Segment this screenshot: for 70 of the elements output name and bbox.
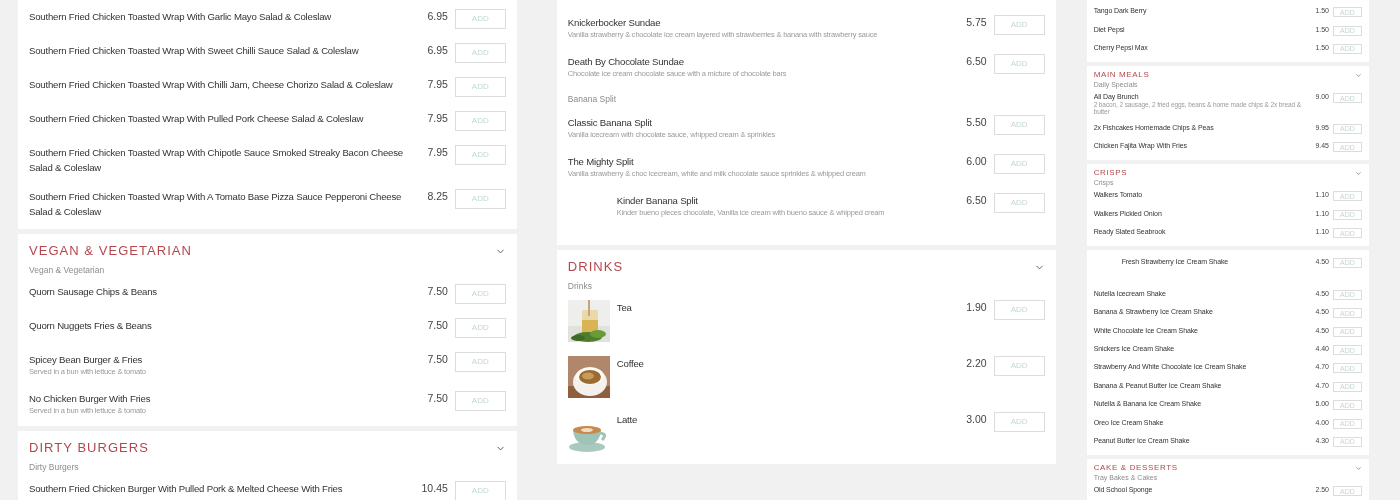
group-heading: Banana Split xyxy=(567,93,617,106)
item-price: 5.75 xyxy=(965,15,987,30)
add-button[interactable]: ADD xyxy=(993,15,1045,35)
section-title: CRISPS xyxy=(1093,168,1128,179)
section-subtitle: Dirty Burgers xyxy=(29,461,80,474)
item-name: Kinder Banana Split xyxy=(616,194,699,208)
add-button[interactable]: ADD xyxy=(454,77,506,97)
add-button[interactable]: ADD xyxy=(993,356,1045,376)
chevron-down-icon[interactable] xyxy=(1355,464,1362,472)
item-name: Southern Fried Chicken Toasted Wrap With Chilli Jam, Cheese Chorizo Salad & Coleslaw xyxy=(29,78,394,92)
item-name: Quorn Nuggets Fries & Beans xyxy=(29,319,153,333)
add-button[interactable]: ADD xyxy=(454,481,506,500)
add-button[interactable]: ADD xyxy=(454,43,506,63)
item-name: Knickerbocker Sundae xyxy=(567,16,662,30)
item-name: Southern Fried Chicken Toasted Wrap With A Tomato Base Pizza Sauce Pepperoni Cheese Salad & Coleslaw xyxy=(29,190,403,219)
item-price: 10.45 xyxy=(420,481,448,496)
item-price: 7.50 xyxy=(426,284,448,299)
item-name: Quorn Sausage Chips & Beans xyxy=(29,285,158,299)
item-name: Tea xyxy=(616,301,633,315)
item-price: 8.25 xyxy=(426,189,448,204)
add-button[interactable]: ADD xyxy=(454,9,506,29)
item-name: Southern Fried Chicken Toasted Wrap With Chipotle Sauce Smoked Streaky Bacon Cheese Salad & Coleslaw xyxy=(29,146,404,175)
item-name: Southern Fried Chicken Toasted Wrap With Pulled Pork Cheese Salad & Coleslaw xyxy=(29,112,365,126)
item-price: 7.95 xyxy=(426,111,448,126)
section-title: DRINKS xyxy=(567,258,624,276)
section-subtitle: Drinks xyxy=(567,280,593,293)
add-button[interactable]: ADD xyxy=(993,54,1045,74)
item-name: The Mighty Split xyxy=(567,155,635,169)
item-price: 7.50 xyxy=(426,391,448,406)
add-button[interactable]: ADD xyxy=(993,193,1045,213)
add-button[interactable]: ADD xyxy=(454,145,506,165)
section-subtitle: Vegan & Vegetarian xyxy=(29,264,106,277)
chevron-down-icon[interactable] xyxy=(1355,71,1362,79)
section-title: DIRTY BURGERS xyxy=(29,439,149,457)
item-price: 2.20 xyxy=(965,356,987,371)
item-price: 6.50 xyxy=(965,54,987,69)
item-name: Classic Banana Split xyxy=(567,116,653,130)
item-name: Southern Fried Chicken Toasted Wrap With Garlic Mayo Salad & Coleslaw xyxy=(29,10,333,24)
item-price: 7.95 xyxy=(426,145,448,160)
add-button[interactable]: ADD xyxy=(993,154,1045,174)
chevron-down-icon[interactable] xyxy=(1355,169,1362,177)
add-button[interactable]: ADD xyxy=(454,284,506,304)
add-button[interactable]: ADD xyxy=(993,412,1045,432)
item-name: Coffee xyxy=(616,357,645,371)
add-button[interactable]: ADD xyxy=(993,300,1045,320)
section-title: VEGAN & VEGETARIAN xyxy=(29,242,192,260)
item-name: Southern Fried Chicken Burger With Pulled Pork & Melted Cheese With Fries xyxy=(29,482,344,496)
item-price: 5.50 xyxy=(965,115,987,130)
add-button[interactable]: ADD xyxy=(454,111,506,131)
item-price: 6.95 xyxy=(426,9,448,24)
item-name: No Chicken Burger With Fries xyxy=(29,392,152,406)
item-name: Southern Fried Chicken Toasted Wrap With Sweet Chilli Sauce Salad & Coleslaw xyxy=(29,44,360,58)
add-button[interactable]: ADD xyxy=(454,318,506,338)
section-title: CAKE & DESSERTS xyxy=(1093,463,1178,474)
add-button[interactable]: ADD xyxy=(454,391,506,411)
item-price: 6.50 xyxy=(965,193,987,208)
item-name: Death By Chocolate Sundae xyxy=(567,55,685,69)
item-price: 1.90 xyxy=(965,300,987,315)
add-button[interactable]: ADD xyxy=(993,115,1045,135)
item-price: 7.95 xyxy=(426,77,448,92)
item-price: 3.00 xyxy=(965,412,987,427)
item-name: Latte xyxy=(616,413,639,427)
item-price: 6.00 xyxy=(965,154,987,169)
item-price: 7.50 xyxy=(426,352,448,367)
add-button[interactable]: ADD xyxy=(454,189,506,209)
item-name: Spicey Bean Burger & Fries xyxy=(29,353,144,367)
add-button[interactable]: ADD xyxy=(454,352,506,372)
section-title: MAIN MEALS xyxy=(1093,70,1150,81)
item-price: 6.95 xyxy=(426,43,448,58)
item-price: 7.50 xyxy=(426,318,448,333)
